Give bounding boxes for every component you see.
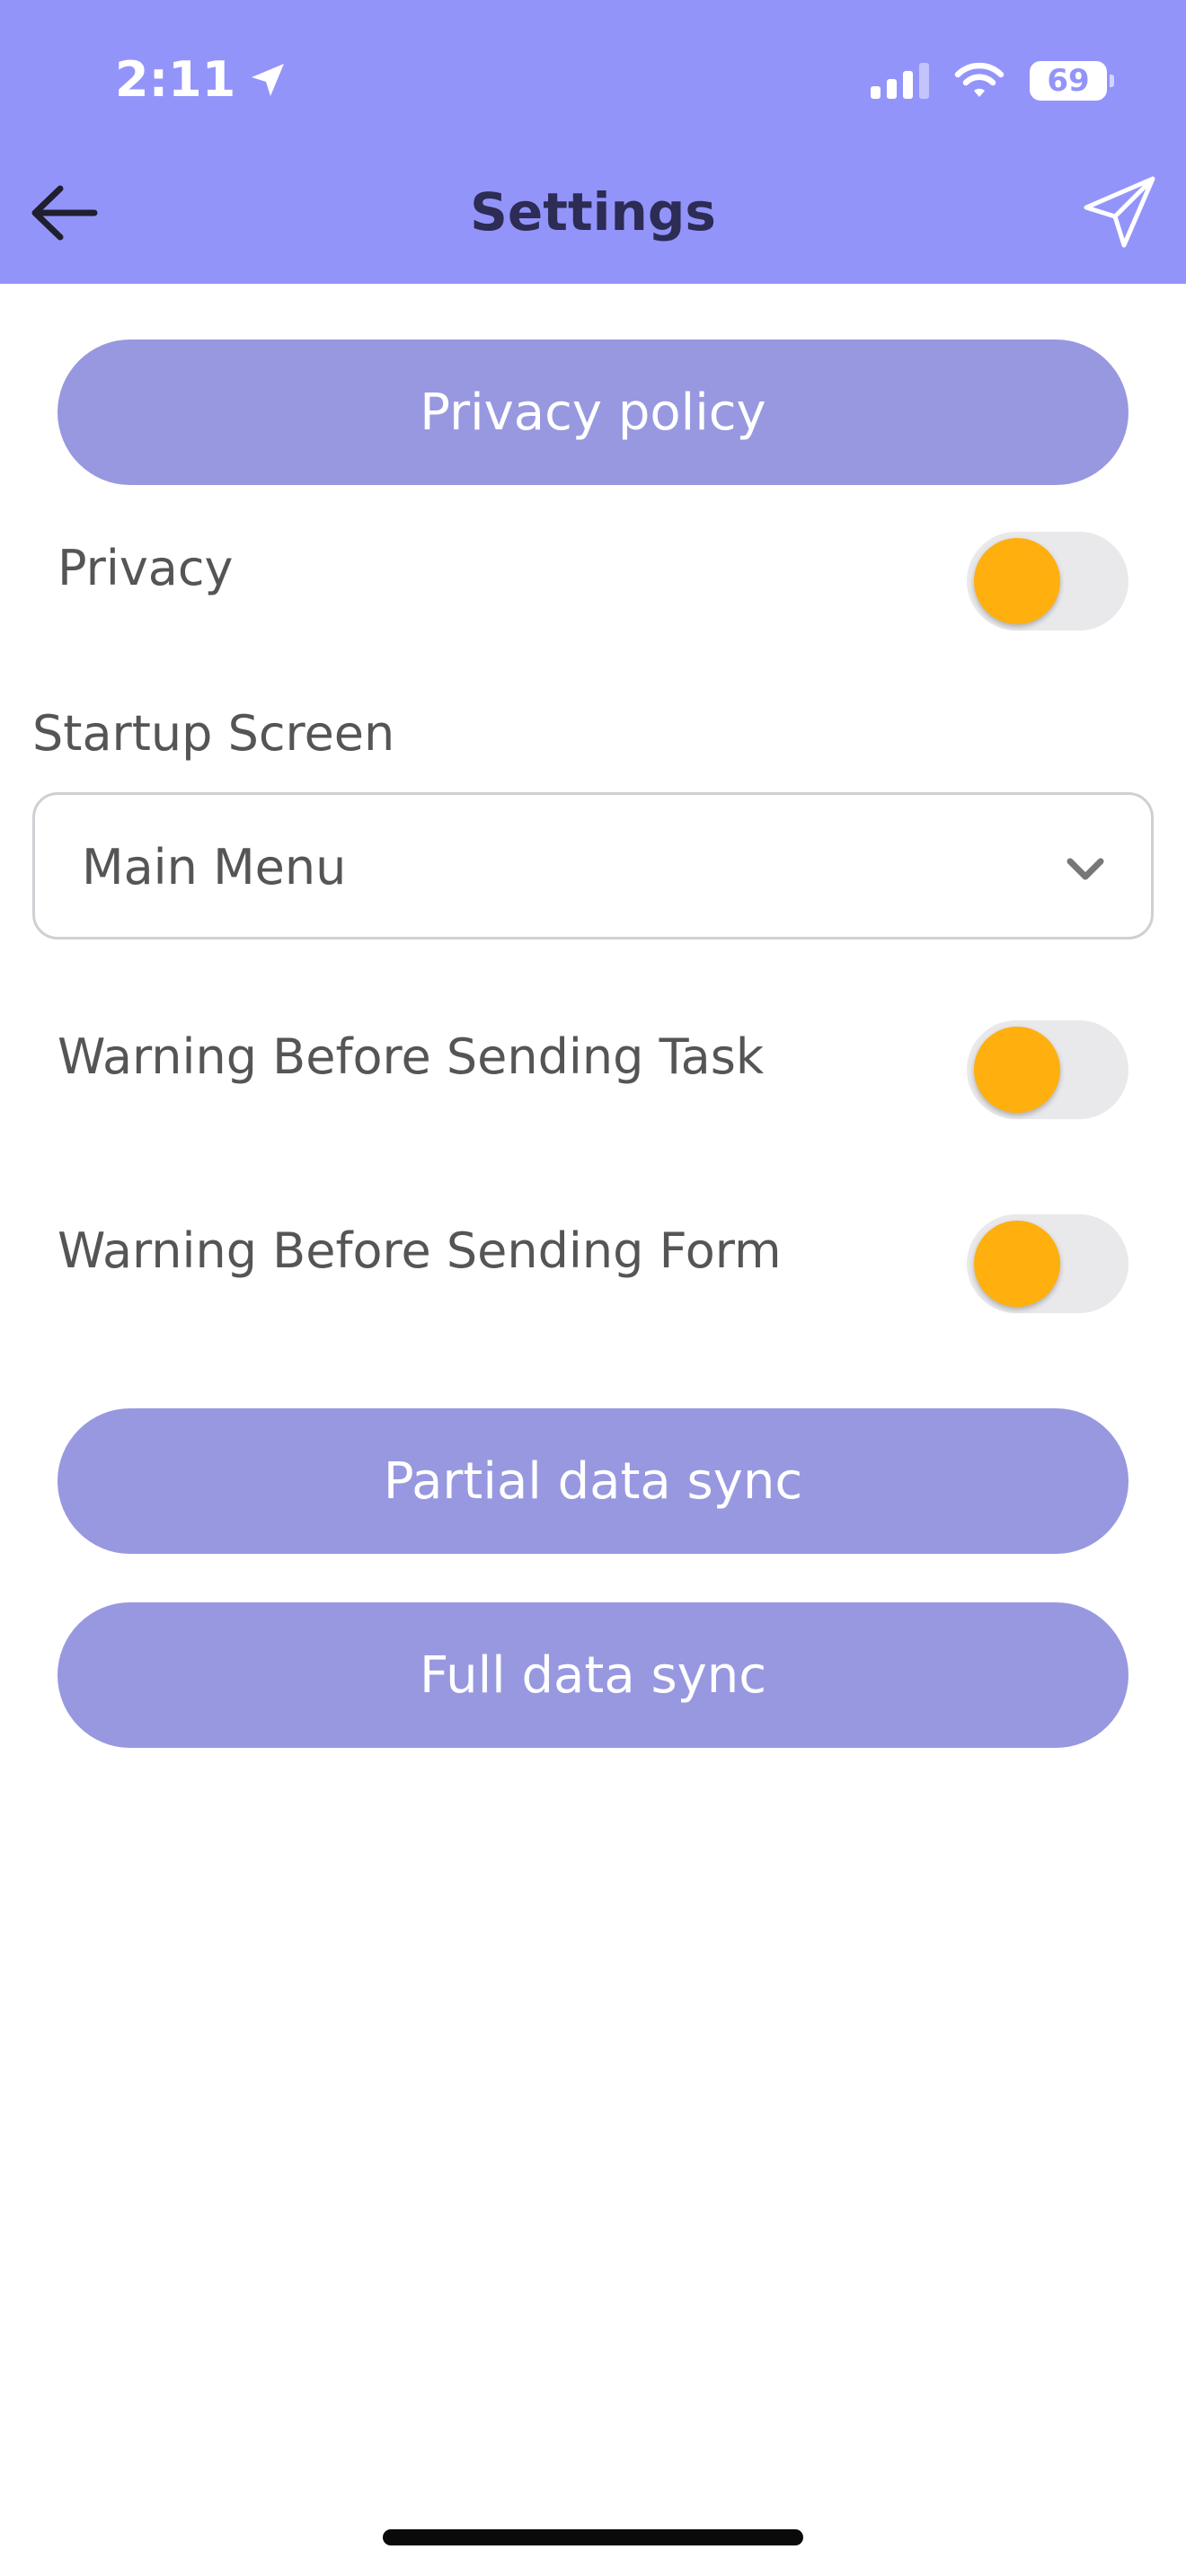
status-indicators: 69 [871,54,1114,108]
settings-screen: 2:11 69 Settings Privacy policy Privacy … [0,0,1186,2576]
page-title: Settings [470,181,716,243]
home-indicator[interactable] [383,2529,803,2545]
full-data-sync-button[interactable]: Full data sync [58,1602,1128,1748]
toggle-knob [974,1221,1060,1307]
status-time: 2:11 [115,49,289,111]
toggle-knob [974,538,1060,624]
header: 2:11 69 Settings [0,0,1186,284]
wifi-icon [954,62,1005,100]
send-button[interactable] [1075,167,1164,257]
chevron-down-icon [1067,858,1104,880]
warning-task-toggle[interactable] [967,1020,1128,1119]
privacy-toggle[interactable] [967,532,1128,631]
warning-task-label: Warning Before Sending Task [58,1028,765,1085]
battery-level: 69 [1047,63,1090,99]
privacy-policy-button[interactable]: Privacy policy [58,340,1128,485]
battery-icon: 69 [1030,61,1114,101]
startup-screen-select[interactable]: Main Menu [32,792,1154,940]
startup-screen-value: Main Menu [82,839,347,895]
cellular-signal-icon [871,63,929,99]
warning-form-label: Warning Before Sending Form [58,1222,782,1279]
paper-plane-icon [1084,176,1155,248]
partial-data-sync-button[interactable]: Partial data sync [58,1408,1128,1554]
status-time-label: 2:11 [115,51,236,108]
warning-form-toggle[interactable] [967,1214,1128,1313]
location-arrow-icon [252,64,285,96]
toggle-knob [974,1027,1060,1113]
privacy-label: Privacy [58,540,234,596]
startup-screen-label: Startup Screen [32,705,395,762]
